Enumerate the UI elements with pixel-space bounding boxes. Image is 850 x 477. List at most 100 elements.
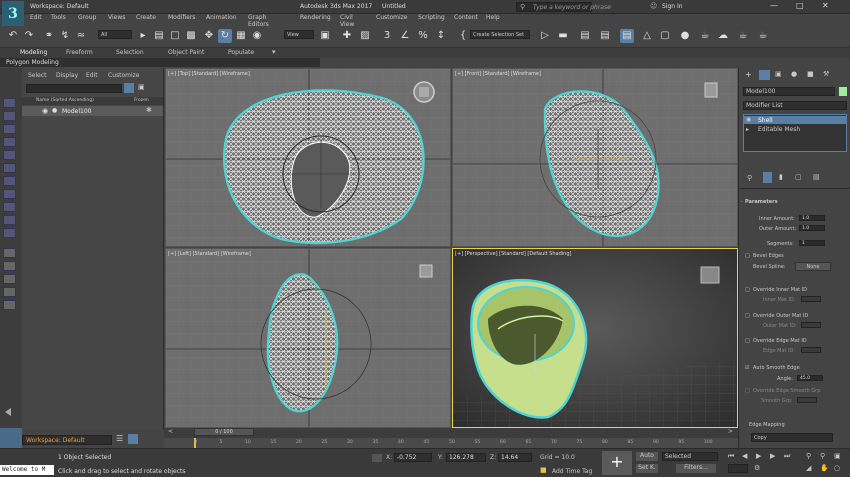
- window-crossing-icon[interactable]: ▩: [184, 29, 198, 43]
- viewport-left[interactable]: [+] [Left] [Standard] [Wireframe]: [165, 248, 451, 428]
- display-dependencies-icon[interactable]: [3, 274, 16, 284]
- list-item[interactable]: ▸ Editable Mesh: [744, 125, 846, 133]
- menu-group[interactable]: Group: [78, 14, 96, 21]
- select-manipulate-icon[interactable]: ✚: [340, 29, 354, 43]
- time-slider[interactable]: 0 / 100: [194, 428, 254, 436]
- scene-explorer-toggle-icon[interactable]: [128, 434, 138, 444]
- viewport-top[interactable]: [+] [Top] [Standard] [Wireframe]: [165, 68, 451, 247]
- current-frame-field[interactable]: [728, 464, 748, 473]
- segments-input[interactable]: 1: [799, 240, 825, 246]
- select-rotate-icon[interactable]: ↻: [218, 29, 232, 43]
- menu-customize[interactable]: Customize: [376, 14, 408, 21]
- orbit-icon[interactable]: ○: [834, 464, 840, 472]
- table-row[interactable]: ◉ ● Model100 ✱: [22, 106, 163, 116]
- add-time-tag[interactable]: Add Time Tag: [552, 468, 592, 475]
- override-outer-checkbox[interactable]: □: [745, 313, 750, 319]
- menu-content[interactable]: Content: [454, 14, 478, 21]
- visibility-eye-icon[interactable]: ◉: [42, 107, 48, 115]
- undo-icon[interactable]: ↶: [6, 29, 20, 43]
- select-object-icon[interactable]: ▸: [136, 29, 150, 43]
- tab-modeling[interactable]: Modeling: [20, 49, 47, 56]
- rectangular-selection-icon[interactable]: □: [168, 29, 182, 43]
- edit-named-selection-icon[interactable]: {: [456, 29, 470, 43]
- object-name-field[interactable]: Model100: [743, 87, 835, 96]
- column-frozen-header[interactable]: Frozen: [134, 98, 149, 103]
- hierarchy-tab-icon[interactable]: ▣: [775, 70, 782, 78]
- display-all-icon[interactable]: [3, 111, 16, 121]
- parameters-rollout[interactable]: Parameters: [745, 199, 778, 205]
- display-xrefs-icon[interactable]: [3, 215, 16, 225]
- select-children-icon[interactable]: [3, 287, 16, 297]
- display-helpers-icon[interactable]: [3, 176, 16, 186]
- set-key-icon[interactable]: +: [602, 451, 632, 475]
- modifier-list-dropdown[interactable]: Modifier List: [743, 101, 847, 110]
- menu-rendering[interactable]: Rendering: [300, 14, 331, 21]
- freeze-icon[interactable]: ✱: [146, 106, 152, 114]
- display-cameras-icon[interactable]: [3, 163, 16, 173]
- key-selection-dropdown[interactable]: Selected: [662, 452, 718, 461]
- toggle-scene-explorer-icon[interactable]: ▤: [578, 29, 592, 43]
- angle-input[interactable]: 45.0: [797, 375, 823, 381]
- named-selection-dropdown[interactable]: Create Selection Set: [470, 30, 530, 39]
- zoom-extents-icon[interactable]: ▣: [834, 452, 841, 460]
- modify-tab-icon[interactable]: [759, 70, 770, 80]
- bind-spacewarp-icon[interactable]: ≈: [74, 29, 88, 43]
- explorer-workspace-dropdown[interactable]: Workspace: Default: [22, 435, 112, 445]
- close-button[interactable]: ✕: [822, 1, 829, 10]
- display-spacewarps-icon[interactable]: [3, 189, 16, 199]
- menu-scripting[interactable]: Scripting: [418, 14, 445, 21]
- time-config-icon[interactable]: ⚙: [754, 464, 760, 472]
- inner-amount-input[interactable]: 1.0: [799, 215, 825, 221]
- percent-snap-icon[interactable]: %: [416, 29, 430, 43]
- y-coordinate-field[interactable]: 126.278: [446, 453, 486, 462]
- create-tab-icon[interactable]: +: [745, 70, 752, 79]
- menu-views[interactable]: Views: [108, 14, 125, 21]
- search-input[interactable]: Type a keyword or phrase ⚲: [516, 2, 611, 12]
- sign-in-link[interactable]: Sign In: [662, 3, 683, 10]
- previous-frame-icon[interactable]: ◀: [742, 452, 747, 460]
- explorer-menu-customize[interactable]: Customize: [108, 72, 140, 79]
- menu-help[interactable]: Help: [486, 14, 500, 21]
- viewport-left-label[interactable]: [+] [Left] [Standard] [Wireframe]: [168, 251, 251, 257]
- menu-animation[interactable]: Animation: [206, 14, 237, 21]
- outer-amount-input[interactable]: 1.0: [799, 225, 825, 231]
- spinner-snap-icon[interactable]: ↕: [434, 29, 448, 43]
- align-icon[interactable]: ▬: [556, 29, 570, 43]
- maxscript-listener[interactable]: Welcome to M: [0, 465, 54, 475]
- list-item[interactable]: ◉ Shell: [744, 116, 846, 124]
- viewport-perspective-label[interactable]: [+] [Perspective] [Standard] [Default Sh…: [455, 251, 571, 257]
- modifier-eye-icon[interactable]: ◉: [746, 116, 751, 123]
- filter-icon[interactable]: [124, 83, 134, 93]
- viewport-top-label[interactable]: [+] [Top] [Standard] [Wireframe]: [168, 71, 250, 77]
- unlink-icon[interactable]: ↯: [58, 29, 72, 43]
- render-iterative-icon[interactable]: ☕: [756, 29, 770, 43]
- material-editor-icon[interactable]: ●: [678, 29, 692, 43]
- set-key-button[interactable]: Set K.: [636, 464, 658, 473]
- viewport-layout-icon[interactable]: [0, 428, 22, 448]
- reference-coordinate-dropdown[interactable]: View: [284, 30, 314, 39]
- minimize-button[interactable]: —: [770, 1, 778, 10]
- select-place-icon[interactable]: ◉: [250, 29, 264, 43]
- display-bones-icon[interactable]: [3, 228, 16, 238]
- viewport-perspective[interactable]: [+] [Perspective] [Standard] [Default Sh…: [452, 248, 738, 428]
- select-dependents-icon[interactable]: [3, 300, 16, 310]
- display-lights-icon[interactable]: [3, 150, 16, 160]
- z-coordinate-field[interactable]: 14.64: [498, 453, 532, 462]
- isolate-selection-icon[interactable]: [372, 454, 382, 462]
- utilities-tab-icon[interactable]: ⚒: [823, 70, 829, 78]
- display-tab-icon[interactable]: ■: [807, 70, 814, 78]
- bevel-spline-button[interactable]: None: [795, 262, 831, 271]
- layers-icon[interactable]: ☰: [116, 434, 123, 443]
- motion-tab-icon[interactable]: ●: [791, 70, 797, 78]
- display-shapes-icon[interactable]: [3, 137, 16, 147]
- select-by-name-icon[interactable]: ▤: [152, 29, 166, 43]
- angle-snap-icon[interactable]: ∠: [398, 29, 412, 43]
- lock-icon[interactable]: ▣: [138, 83, 148, 93]
- ribbon-options-icon[interactable]: ▾: [272, 48, 276, 56]
- workspace-selector[interactable]: Workspace: Default: [30, 3, 89, 10]
- display-influences-icon[interactable]: [3, 261, 16, 271]
- toggle-layer-explorer-icon[interactable]: ▤: [598, 29, 612, 43]
- mirror-icon[interactable]: ▷: [538, 29, 552, 43]
- override-inner-checkbox[interactable]: □: [745, 287, 750, 293]
- auto-key-button[interactable]: Auto: [636, 452, 658, 461]
